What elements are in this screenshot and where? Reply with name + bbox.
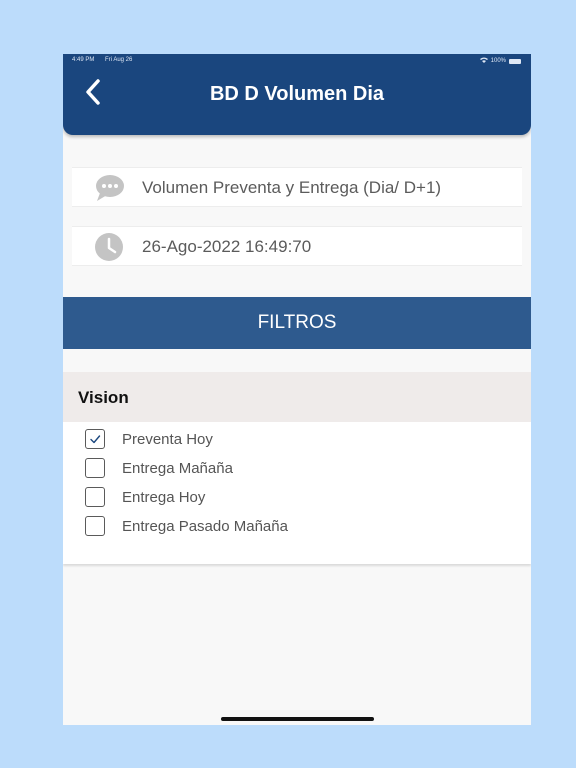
vision-title: Vision [78, 388, 129, 407]
option-preventa-hoy[interactable]: Preventa Hoy [85, 428, 505, 452]
battery-label: 100% [490, 58, 506, 64]
option-label: Preventa Hoy [122, 431, 213, 448]
report-name-row: Volumen Preventa y Entrega (Dia/ D+1) [72, 167, 522, 207]
status-bar: 4:49 PM Fri Aug 26 100% [63, 57, 531, 67]
home-indicator[interactable] [221, 717, 374, 721]
app-screen: 4:49 PM Fri Aug 26 100% BD D Volumen Dia [63, 54, 531, 725]
battery-icon [509, 58, 521, 64]
option-label: Entrega Pasado Mañaña [122, 518, 288, 535]
status-time: 4:49 PM [72, 57, 95, 63]
vision-header: Vision [63, 372, 531, 422]
checkbox[interactable] [85, 516, 105, 536]
checkmark-icon [90, 435, 101, 444]
report-name: Volumen Preventa y Entrega (Dia/ D+1) [142, 178, 442, 197]
checkbox-checked[interactable] [85, 429, 105, 449]
app-header: 4:49 PM Fri Aug 26 100% BD D Volumen Dia [63, 54, 531, 135]
option-entrega-hoy[interactable]: Entrega Hoy [85, 486, 505, 510]
clock-icon [95, 233, 123, 261]
report-timestamp: 26-Ago-2022 16:49:70 [142, 237, 312, 256]
option-entrega-pasado-manana[interactable]: Entrega Pasado Mañaña [85, 515, 505, 539]
option-label: Entrega Hoy [122, 489, 206, 506]
chat-bubble-icon [95, 174, 124, 202]
option-entrega-manana[interactable]: Entrega Mañaña [85, 457, 505, 481]
wifi-icon [479, 57, 488, 65]
page-title: BD D Volumen Dia [209, 83, 385, 105]
checkbox[interactable] [85, 487, 105, 507]
status-indicators: 100% [479, 57, 521, 65]
filters-header[interactable]: FILTROS [63, 297, 531, 349]
report-timestamp-row: 26-Ago-2022 16:49:70 [72, 226, 522, 266]
option-label: Entrega Mañaña [122, 460, 233, 477]
status-date: Fri Aug 26 [105, 57, 133, 63]
checkbox[interactable] [85, 458, 105, 478]
vision-card: Vision Preventa Hoy Entrega Mañaña Entre… [63, 372, 531, 564]
